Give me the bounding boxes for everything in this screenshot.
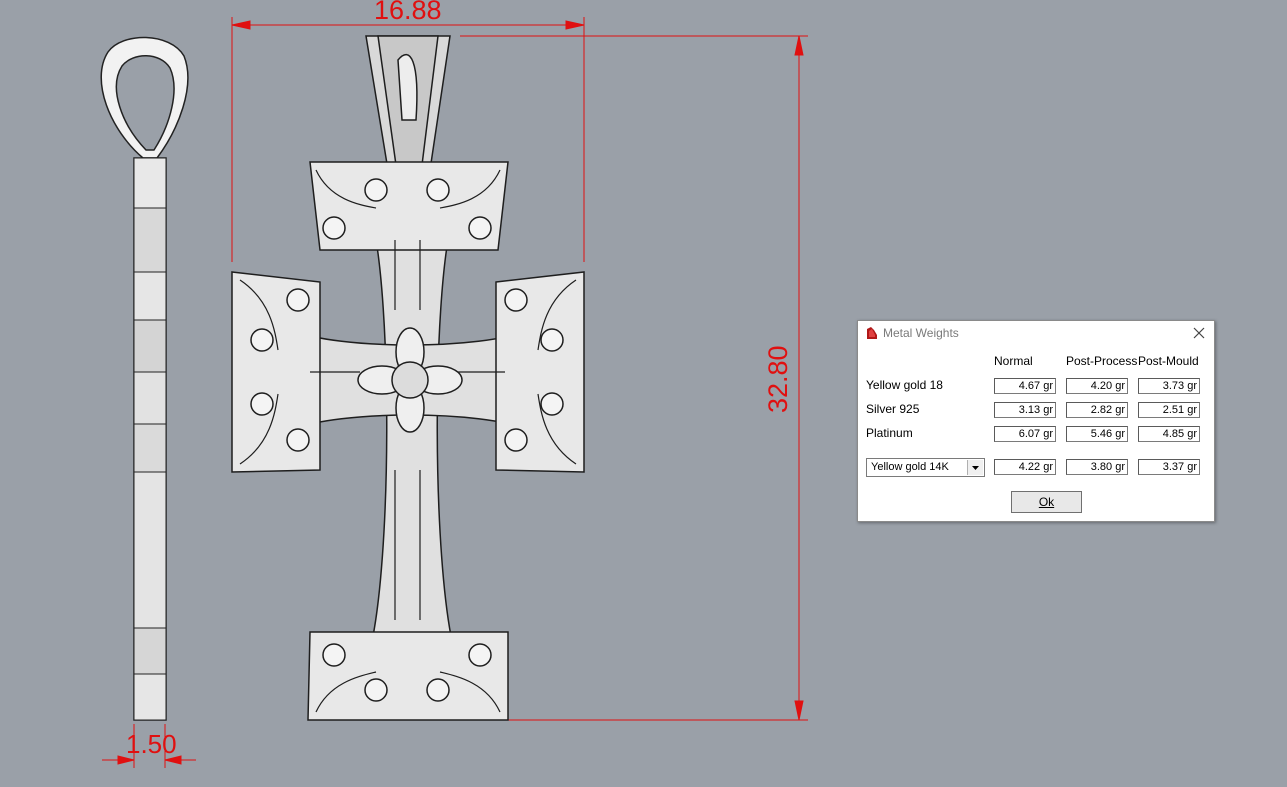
dialog-title-bar[interactable]: Metal Weights	[858, 321, 1214, 345]
metal-select-dropdown[interactable]: Yellow gold 14K	[866, 458, 985, 477]
metal-row-label: Yellow gold 18	[866, 378, 943, 392]
weight-field-post-mould[interactable]: 4.85 gr	[1138, 426, 1200, 442]
pendant-front-view	[231, 35, 585, 721]
dialog-title: Metal Weights	[883, 326, 959, 340]
weight-field-post-process[interactable]: 5.46 gr	[1066, 426, 1128, 442]
column-header-normal: Normal	[994, 354, 1033, 368]
weight-field-normal[interactable]: 4.67 gr	[994, 378, 1056, 394]
ok-button-label: Ok	[1038, 495, 1055, 509]
thickness-dimension-label: 1.50	[126, 729, 177, 759]
height-dimension-label: 32.80	[763, 345, 793, 413]
metal-row-label: Platinum	[866, 426, 913, 440]
weight-field-post-process[interactable]: 2.82 gr	[1066, 402, 1128, 418]
weight-field-post-mould[interactable]: 3.37 gr	[1138, 459, 1200, 475]
column-header-post-mould: Post-Mould	[1138, 354, 1199, 368]
pendant-side-view	[100, 36, 189, 721]
column-header-post-process: Post-Process	[1066, 354, 1138, 368]
chevron-down-icon[interactable]	[967, 460, 983, 475]
width-dimension-label: 16.88	[374, 0, 442, 25]
weight-field-normal[interactable]: 4.22 gr	[994, 459, 1056, 475]
metal-row-label: Silver 925	[866, 402, 920, 416]
metal-weights-dialog: Metal Weights Normal Post-Process Post-M…	[857, 320, 1215, 522]
close-icon[interactable]	[1191, 325, 1207, 341]
weight-field-post-mould[interactable]: 3.73 gr	[1138, 378, 1200, 394]
weight-field-post-process[interactable]: 3.80 gr	[1066, 459, 1128, 475]
rhino-app-icon	[867, 327, 877, 339]
weight-field-post-process[interactable]: 4.20 gr	[1066, 378, 1128, 394]
weight-field-post-mould[interactable]: 2.51 gr	[1138, 402, 1200, 418]
ok-button[interactable]: Ok	[1011, 491, 1082, 513]
weight-field-normal[interactable]: 3.13 gr	[994, 402, 1056, 418]
metal-select-value: Yellow gold 14K	[871, 461, 949, 473]
weight-field-normal[interactable]: 6.07 gr	[994, 426, 1056, 442]
